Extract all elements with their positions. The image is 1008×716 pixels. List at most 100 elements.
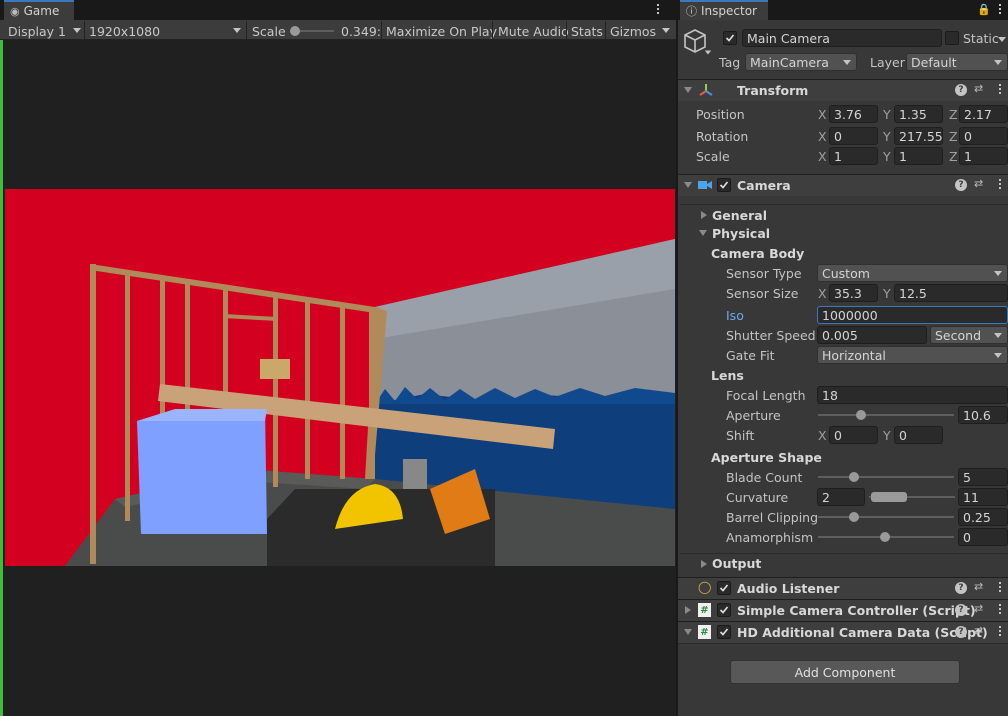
focal-length-input[interactable]: 18 (817, 386, 1008, 404)
shutter-speed-input[interactable]: 0.005 (817, 326, 927, 344)
preset-icon[interactable]: ⇄ (974, 177, 983, 190)
scale-x-input[interactable]: 1 (829, 147, 878, 165)
help-icon[interactable]: ? (955, 84, 967, 96)
simple-camera-controller-checkbox[interactable] (717, 603, 731, 617)
layer-dropdown[interactable]: Default (906, 53, 1008, 71)
tag-dropdown[interactable]: MainCamera (745, 53, 857, 71)
static-checkbox[interactable] (945, 31, 959, 45)
component-menu-icon[interactable] (999, 626, 1001, 636)
divider (680, 553, 1008, 554)
rotation-x-input[interactable]: 0 (829, 127, 878, 145)
chevron-down-icon (994, 353, 1002, 358)
barrel-clipping-input[interactable]: 0.25 (958, 508, 1008, 526)
position-z-input[interactable]: 2.17 (959, 105, 1008, 123)
shift-x-input[interactable]: 0 (829, 426, 878, 444)
fold-arrow-icon[interactable] (699, 230, 707, 236)
blade-count-slider-knob[interactable] (849, 472, 859, 482)
blade-count-input[interactable]: 5 (958, 468, 1008, 486)
lock-icon[interactable]: 🔒 (977, 3, 991, 16)
blade-count-label: Blade Count (726, 470, 803, 485)
preset-icon[interactable]: ⇄ (974, 580, 983, 593)
curvature-range-handle[interactable] (871, 492, 907, 502)
inspector-menu-icon[interactable] (999, 4, 1001, 14)
preset-icon[interactable]: ⇄ (974, 602, 983, 615)
iso-input[interactable]: 1000000 (817, 306, 1008, 324)
component-menu-icon[interactable] (999, 604, 1001, 614)
divider (680, 204, 1008, 205)
rotation-z-input[interactable]: 0 (959, 127, 1008, 145)
preset-icon[interactable]: ⇄ (974, 82, 983, 95)
help-icon[interactable]: ? (955, 179, 967, 191)
game-menu-icon[interactable] (657, 4, 659, 14)
audio-listener-title: Audio Listener (737, 581, 840, 596)
chevron-down-icon (994, 271, 1002, 276)
axis-z-label: Z (949, 129, 958, 144)
divider (492, 21, 493, 39)
curvature-max-input[interactable]: 11 (958, 488, 1008, 506)
tab-inspector[interactable]: ⓘ Inspector (680, 0, 768, 20)
tab-game[interactable]: ◉ Game (4, 0, 74, 20)
curvature-min-input[interactable]: 2 (817, 488, 865, 506)
chevron-down-icon (233, 28, 241, 33)
help-icon[interactable]: ? (955, 582, 967, 594)
sensor-type-dropdown[interactable]: Custom (817, 264, 1008, 282)
axis-x-label: X (818, 107, 827, 122)
position-y-input[interactable]: 1.35 (894, 105, 943, 123)
aperture-slider-knob[interactable] (856, 410, 866, 420)
component-menu-icon[interactable] (999, 582, 1001, 592)
add-component-button[interactable]: Add Component (730, 660, 960, 684)
chevron-down-icon[interactable] (704, 50, 712, 55)
gizmos-dropdown[interactable]: Gizmos (610, 21, 672, 41)
output-section[interactable]: Output (712, 556, 761, 571)
position-x-input[interactable]: 3.76 (829, 105, 878, 123)
hd-camera-data-checkbox[interactable] (717, 625, 731, 639)
aperture-slider[interactable] (818, 414, 954, 416)
component-menu-icon[interactable] (999, 179, 1001, 189)
divider (381, 21, 382, 39)
axis-x-label: X (818, 286, 827, 301)
preset-icon[interactable]: ⇄ (974, 624, 983, 637)
position-label: Position (696, 107, 745, 122)
physical-section[interactable]: Physical (712, 226, 770, 241)
maximize-on-play-button[interactable]: Maximize On Play (386, 21, 497, 41)
fold-arrow-icon[interactable] (685, 606, 691, 614)
sensor-size-x-input[interactable]: 35.3 (829, 284, 878, 302)
static-label: Static (963, 31, 999, 46)
camera-enabled-checkbox[interactable] (717, 178, 731, 192)
aperture-input[interactable]: 10.6 (958, 406, 1008, 424)
blade-count-slider[interactable] (818, 476, 954, 478)
active-checkbox[interactable] (723, 31, 737, 45)
general-section[interactable]: General (712, 208, 767, 223)
shutter-unit-dropdown[interactable]: Second (930, 326, 1008, 344)
shift-y-input[interactable]: 0 (894, 426, 943, 444)
fold-arrow-icon[interactable] (684, 629, 692, 635)
anamorphism-input[interactable]: 0 (958, 528, 1008, 546)
tag-label: Tag (719, 55, 741, 70)
audio-listener-checkbox[interactable] (717, 581, 731, 595)
scale-z-input[interactable]: 1 (959, 147, 1008, 165)
fold-arrow-icon[interactable] (684, 182, 692, 188)
sensor-size-y-input[interactable]: 12.5 (894, 284, 1008, 302)
rotation-y-input[interactable]: 217.55 (894, 127, 943, 145)
fold-arrow-icon[interactable] (684, 87, 692, 93)
anamorphism-slider-knob[interactable] (880, 532, 890, 542)
gate-fit-dropdown[interactable]: Horizontal (817, 346, 1008, 364)
barrel-clipping-slider[interactable] (818, 516, 954, 518)
chevron-down-icon[interactable] (998, 37, 1006, 42)
fold-arrow-icon[interactable] (701, 211, 707, 219)
resolution-dropdown[interactable]: 1920x1080 (89, 21, 244, 41)
scale-slider-knob[interactable] (290, 26, 300, 36)
fold-arrow-icon[interactable] (701, 560, 707, 568)
transform-title: Transform (737, 83, 809, 98)
display-dropdown[interactable]: Display 1 (8, 21, 83, 41)
component-menu-icon[interactable] (999, 84, 1001, 94)
stats-button[interactable]: Stats (571, 21, 603, 41)
mute-audio-button[interactable]: Mute Audio (498, 21, 569, 41)
barrel-clipping-slider-knob[interactable] (849, 512, 859, 522)
object-name-input[interactable]: Main Camera (742, 29, 942, 47)
script-icon: # (698, 603, 711, 617)
game-tab-bar (0, 0, 676, 20)
scale-y-input[interactable]: 1 (894, 147, 943, 165)
help-icon[interactable]: ? (955, 626, 967, 638)
help-icon[interactable]: ? (955, 604, 967, 616)
